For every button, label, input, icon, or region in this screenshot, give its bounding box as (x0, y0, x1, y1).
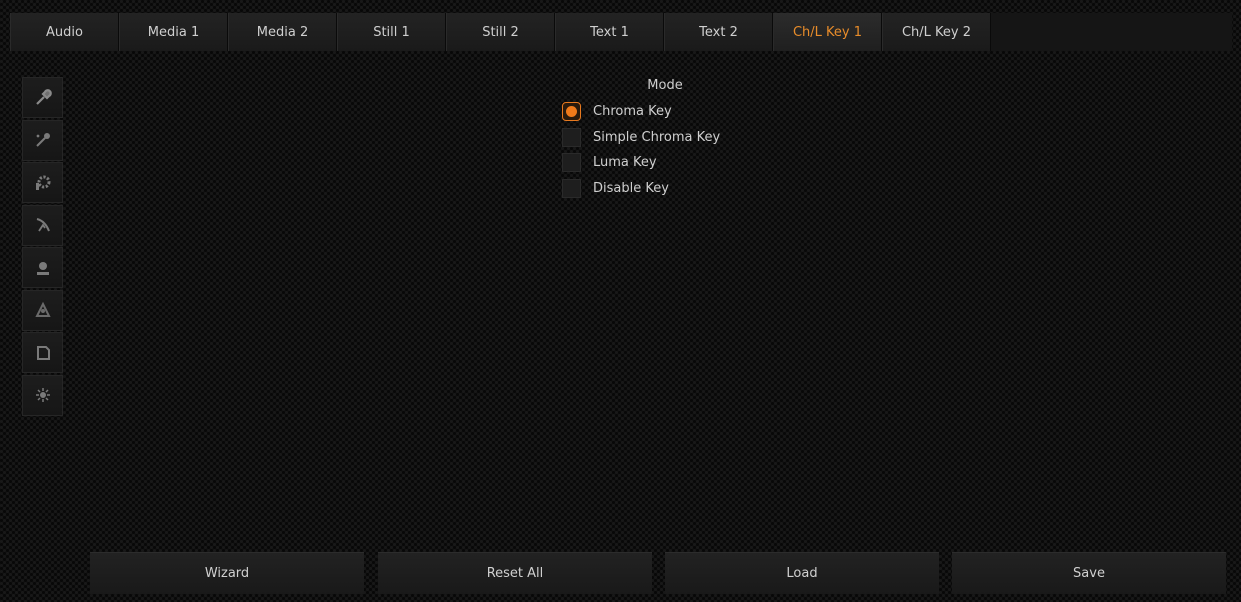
tab-bar: Audio Media 1 Media 2 Still 1 Still 2 Te… (10, 13, 1232, 51)
effects-icon (35, 388, 50, 402)
chroma-picker-button[interactable] (22, 77, 63, 118)
chroma-key-label[interactable]: Chroma Key (593, 104, 672, 119)
key-tools-sidebar (22, 77, 63, 417)
key-settings-panel: Audio Media 1 Media 2 Still 1 Still 2 Te… (0, 0, 1241, 602)
chroma-key-radio[interactable] (562, 102, 581, 122)
tab-media-1[interactable]: Media 1 (119, 13, 228, 51)
tab-still-1[interactable]: Still 1 (337, 13, 446, 51)
reset-all-button[interactable]: Reset All (378, 552, 652, 594)
disable-key-label[interactable]: Disable Key (593, 181, 669, 196)
simple-chroma-key-label[interactable]: Simple Chroma Key (593, 130, 720, 145)
tab-audio[interactable]: Audio (10, 13, 119, 51)
mode-option-simple-chroma-key[interactable]: Simple Chroma Key (562, 125, 720, 151)
matte-button[interactable] (22, 247, 63, 288)
color-picker-icon (35, 133, 50, 147)
mode-option-luma-key[interactable]: Luma Key (562, 150, 720, 176)
tab-chl-key-2[interactable]: Ch/L Key 2 (882, 13, 991, 51)
tab-text-1[interactable]: Text 1 (555, 13, 664, 51)
luma-key-radio[interactable] (562, 153, 581, 173)
crop-button[interactable] (22, 289, 63, 331)
settings-button[interactable] (22, 162, 63, 203)
tab-chl-key-1[interactable]: Ch/L Key 1 (773, 13, 882, 51)
tab-text-2[interactable]: Text 2 (664, 13, 773, 51)
gear-icon (35, 175, 50, 190)
chroma-picker-icon (35, 88, 52, 105)
radio-selected-dot (566, 106, 577, 118)
luma-key-label[interactable]: Luma Key (593, 155, 657, 170)
mask-icon (36, 345, 50, 360)
crop-icon (34, 301, 51, 317)
color-picker-button[interactable] (22, 119, 63, 161)
mode-option-chroma-key[interactable]: Chroma Key (562, 99, 720, 125)
wizard-button[interactable]: Wizard (90, 552, 364, 594)
tab-still-2[interactable]: Still 2 (446, 13, 555, 51)
mode-radio-group: Chroma Key Simple Chroma Key Luma Key Di… (562, 99, 720, 201)
matte-icon (36, 261, 49, 275)
tab-media-2[interactable]: Media 2 (228, 13, 337, 51)
disable-key-radio[interactable] (562, 178, 581, 198)
spill-button[interactable] (22, 204, 63, 246)
simple-chroma-key-radio[interactable] (562, 127, 581, 147)
mask-button[interactable] (22, 332, 63, 373)
spill-icon (36, 218, 50, 232)
load-button[interactable]: Load (665, 552, 939, 594)
mode-option-disable-key[interactable]: Disable Key (562, 176, 720, 202)
mode-title: Mode (647, 78, 683, 93)
save-button[interactable]: Save (952, 552, 1226, 594)
effects-button[interactable] (22, 374, 63, 416)
